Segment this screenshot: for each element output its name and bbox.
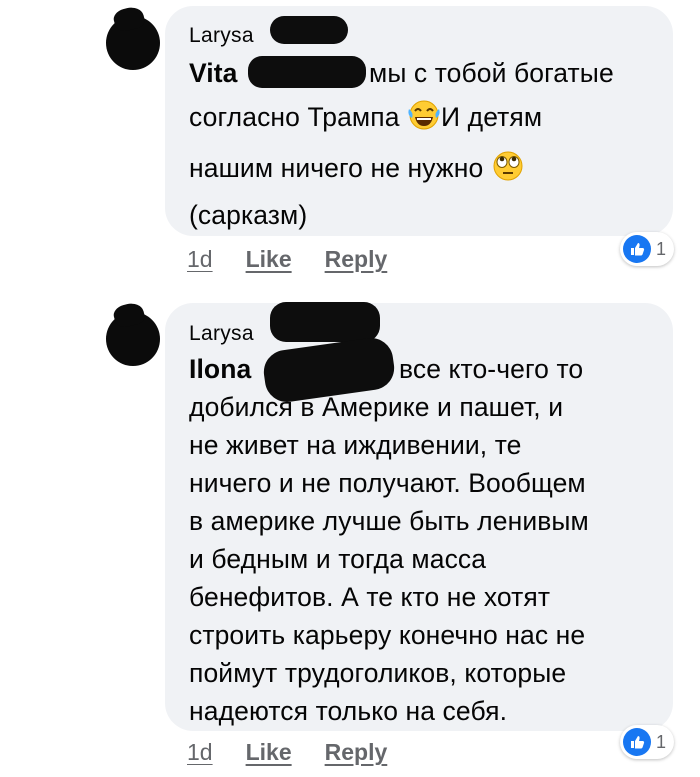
- tears-of-joy-emoji-icon: [407, 99, 441, 141]
- comment-author[interactable]: Larysa: [189, 24, 254, 48]
- comment-line: бенефитов. А те кто не хотят: [189, 582, 551, 612]
- eye-roll-emoji-icon: [491, 150, 525, 192]
- avatar[interactable]: [106, 16, 160, 70]
- comment-line: не живет на иждивении, те: [189, 430, 522, 460]
- comment-timestamp[interactable]: 1d: [187, 246, 213, 273]
- comment-line: поймут трудоголиков, которые: [189, 658, 567, 688]
- comment-text: Ilona все кто-чего то добился в Америке …: [189, 350, 669, 730]
- reply-button[interactable]: Reply: [325, 246, 388, 273]
- comment-line: и бедным и тогда масса: [189, 544, 487, 574]
- comment-line: И детям: [441, 102, 543, 132]
- comment-line: нашим ничего не нужно: [189, 153, 484, 183]
- comment-timestamp[interactable]: 1d: [187, 739, 213, 766]
- reply-button[interactable]: Reply: [325, 739, 388, 766]
- reaction-badge[interactable]: 1: [620, 725, 675, 759]
- comment-line: добился в Америке и пашет, и: [189, 392, 564, 422]
- comment-line: мы с тобой богатые: [369, 58, 614, 88]
- like-button[interactable]: Like: [246, 246, 292, 273]
- reaction-count: 1: [656, 238, 667, 259]
- comment-line: надеются только на себя.: [189, 696, 508, 726]
- comment-line: (сарказм): [189, 200, 308, 230]
- reaction-count: 1: [656, 731, 667, 752]
- like-button[interactable]: Like: [246, 739, 292, 766]
- comment-line: все кто-чего то: [399, 354, 584, 384]
- comment-line: строить карьеру конечно нас не: [189, 620, 586, 650]
- like-reaction-icon: [623, 235, 651, 263]
- comment-line: согласно Трампа: [189, 102, 400, 132]
- comment-line: ничего и не получают. Вообщем: [189, 468, 586, 498]
- comment-line: в америке лучше быть ленивым: [189, 506, 589, 536]
- redacted-surname: [270, 16, 348, 44]
- like-reaction-icon: [623, 728, 651, 756]
- comment-actions: 1d Like Reply: [187, 246, 387, 273]
- mentioned-user[interactable]: Vita: [189, 58, 238, 88]
- redacted-surname: [270, 302, 380, 342]
- reaction-badge[interactable]: 1: [620, 232, 675, 266]
- mentioned-user[interactable]: Ilona: [189, 354, 251, 384]
- comment-actions: 1d Like Reply: [187, 739, 387, 766]
- avatar[interactable]: [106, 312, 160, 366]
- redacted-surname: [248, 56, 366, 88]
- comment-author[interactable]: Larysa: [189, 322, 254, 346]
